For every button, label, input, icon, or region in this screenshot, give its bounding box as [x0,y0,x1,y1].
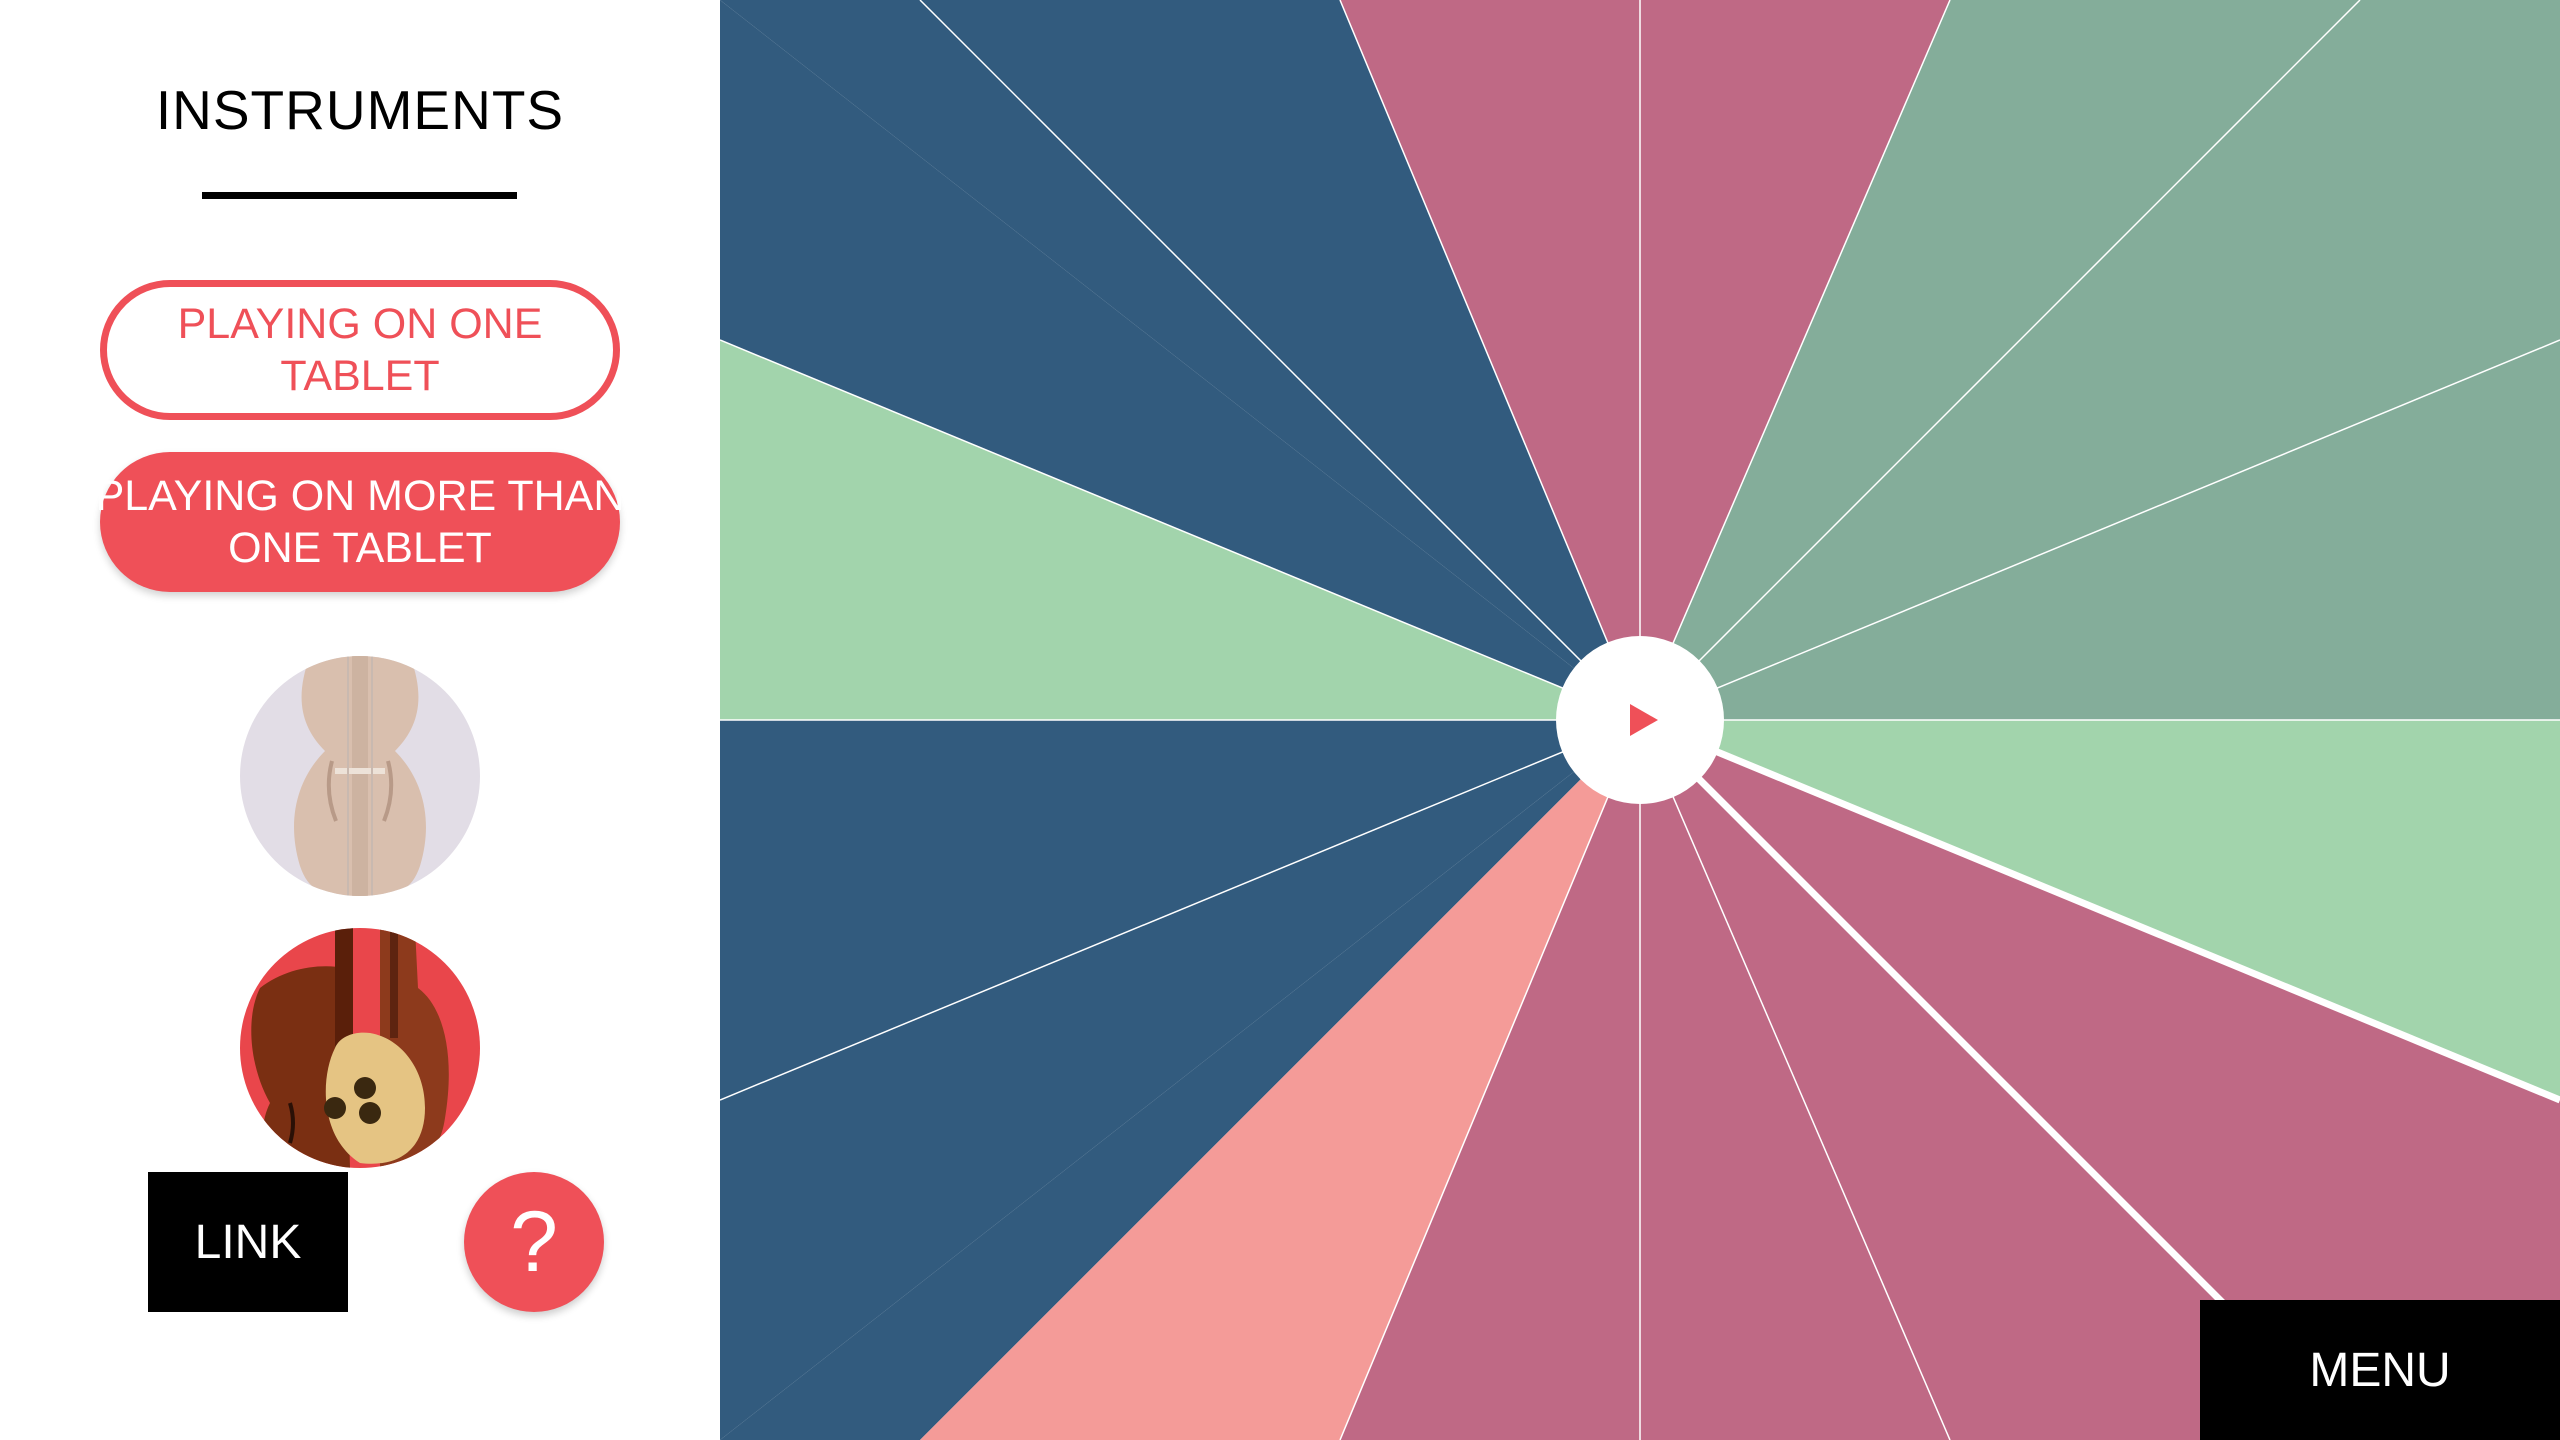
instrument-ensemble-avatar[interactable] [240,928,480,1168]
mode-more-line1: PLAYING ON MORE THAN [95,472,625,520]
app-root: INSTRUMENTS PLAYING ON ONE TABLET PLAYIN… [0,0,2560,1440]
playing-on-more-than-one-tablet-button[interactable]: PLAYING ON MORE THAN ONE TABLET [96,452,624,592]
instruments-sidebar: INSTRUMENTS PLAYING ON ONE TABLET PLAYIN… [0,0,720,1440]
play-icon [1630,704,1658,736]
play-button[interactable] [1556,636,1724,804]
playing-on-one-tablet-button[interactable]: PLAYING ON ONE TABLET [100,280,620,420]
ensemble-image [240,928,480,1168]
link-button[interactable]: LINK [148,1172,348,1312]
menu-button[interactable]: MENU [2200,1300,2560,1440]
help-button[interactable]: ? [464,1172,604,1312]
instrument-violin-avatar[interactable] [240,656,480,896]
title-underline [202,192,517,199]
violin-image [240,656,480,896]
sidebar-title: INSTRUMENTS [155,79,565,141]
mode-more-line2: ONE TABLET [228,524,492,572]
